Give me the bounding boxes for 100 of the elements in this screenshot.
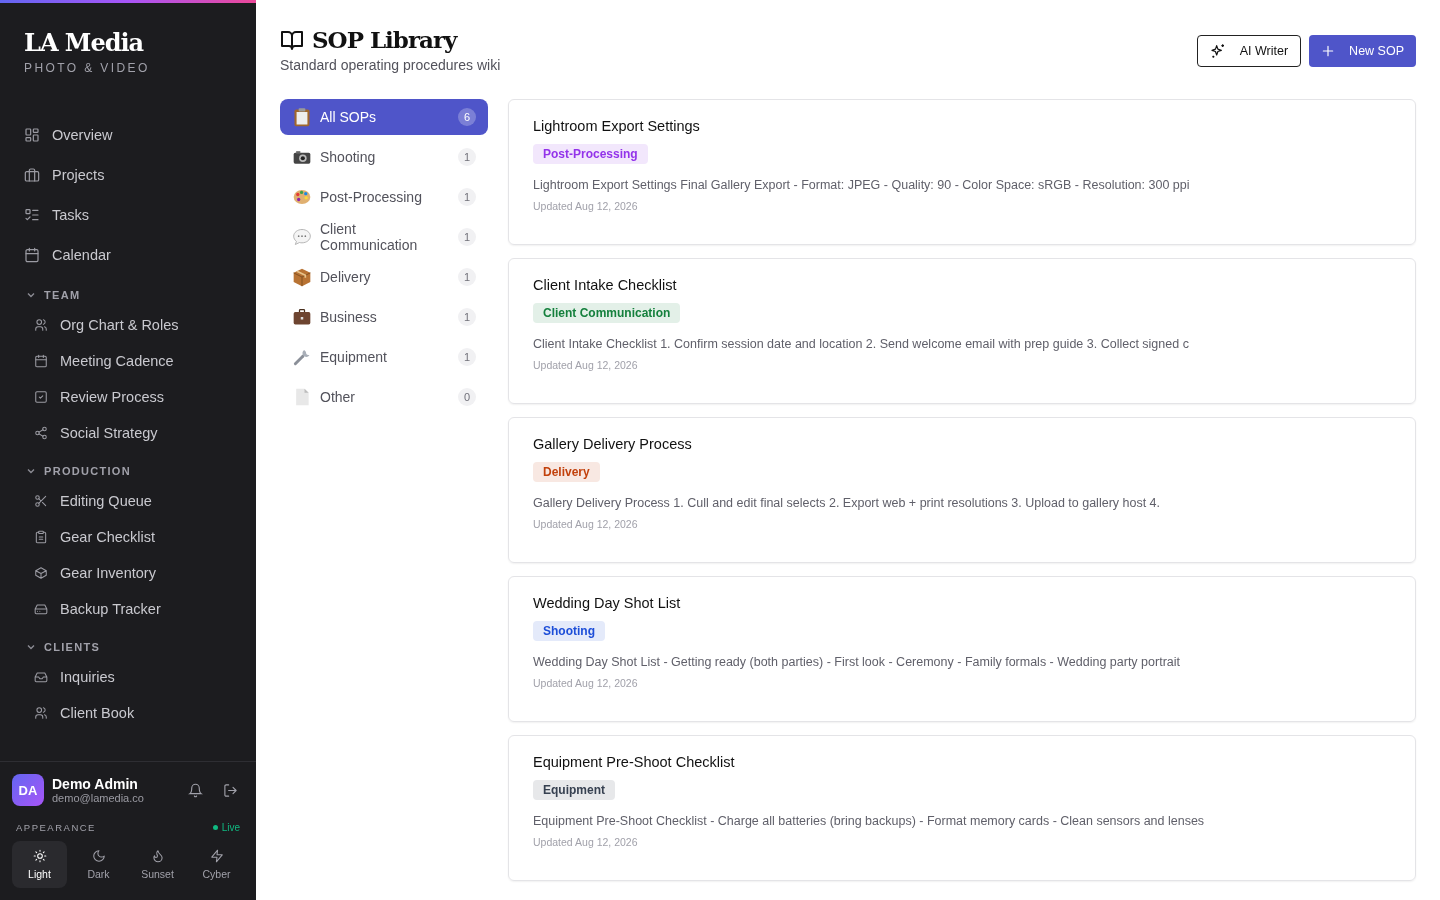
category-item[interactable]: Post-Processing 1 bbox=[280, 179, 488, 215]
ai-writer-button[interactable]: AI Writer bbox=[1196, 35, 1302, 67]
count-badge: 1 bbox=[458, 268, 476, 286]
users-icon bbox=[34, 706, 48, 720]
nav-item[interactable]: Projects bbox=[12, 155, 244, 195]
count-badge: 1 bbox=[458, 348, 476, 366]
updated-date: Updated Aug 12, 2026 bbox=[533, 359, 638, 371]
nav-item[interactable]: Review Process bbox=[12, 379, 244, 415]
clipboard-icon bbox=[34, 530, 48, 544]
nav-item[interactable]: Tasks bbox=[12, 195, 244, 235]
updated-date: Updated Aug 12, 2026 bbox=[533, 200, 638, 212]
users-icon bbox=[34, 318, 48, 332]
theme-button[interactable]: Light bbox=[12, 841, 67, 888]
nav-item[interactable]: Meeting Cadence bbox=[12, 343, 244, 379]
nav-item[interactable]: Calendar bbox=[12, 235, 244, 275]
document-icon bbox=[296, 388, 309, 406]
sop-title: Gallery Delivery Process bbox=[533, 436, 692, 452]
sop-card[interactable]: Gallery Delivery Process Delivery Gallery Delivery Process 1. Cull and edit final selects 2. Export web + print resolutions 3. Upload to gallery host 4. Updated Aug 12, 2026 bbox=[508, 417, 1416, 563]
share-icon bbox=[34, 426, 48, 440]
flame-icon bbox=[150, 849, 165, 863]
theme-button[interactable]: Dark bbox=[71, 841, 126, 888]
page-subtitle: Standard operating procedures wiki bbox=[280, 57, 501, 73]
count-badge: 6 bbox=[458, 108, 476, 126]
nav-item[interactable]: Gear Inventory bbox=[12, 555, 244, 591]
sop-excerpt: Wedding Day Shot List - Getting ready (both parties) - First look - Ceremony - Family formals - Wedding party portrait bbox=[533, 655, 1180, 669]
count-badge: 0 bbox=[458, 388, 476, 406]
sop-excerpt: Gallery Delivery Process 1. Cull and edit final selects 2. Export web + print resolutions 3. Upload to gallery host 4. bbox=[533, 496, 1161, 510]
sop-card[interactable]: Lightroom Export Settings Post-Processing Lightroom Export Settings Final Gallery Export - Format: JPEG - Quality: 90 - Color Space: sRGB - Resolution: 300 ppi Updated Aug 12, 2026 bbox=[508, 99, 1416, 245]
calendar-icon bbox=[24, 247, 40, 263]
nav-item[interactable]: Social Strategy bbox=[12, 415, 244, 451]
palette-icon bbox=[293, 189, 311, 205]
camera-icon bbox=[293, 151, 311, 164]
briefcase-icon bbox=[24, 167, 40, 183]
calendar-icon bbox=[34, 354, 48, 368]
brand-tagline: PHOTO & VIDEO bbox=[24, 61, 151, 75]
sop-card[interactable]: Client Intake Checklist Client Communication Client Intake Checklist 1. Confirm session date and location 2. Send welcome email with prep guide 3. Collect signed c Updated Aug 12, 2026 bbox=[508, 258, 1416, 404]
sop-title: Lightroom Export Settings bbox=[533, 118, 700, 134]
count-badge: 1 bbox=[458, 308, 476, 326]
wrench-icon bbox=[293, 349, 310, 366]
nav-item[interactable]: Org Chart & Roles bbox=[12, 307, 244, 343]
sop-excerpt: Lightroom Export Settings Final Gallery Export - Format: JPEG - Quality: 90 - Color Space: sRGB - Resolution: 300 ppi bbox=[533, 178, 1190, 192]
bolt-icon bbox=[209, 849, 224, 863]
new-sop-button[interactable]: New SOP bbox=[1309, 35, 1416, 67]
user-avatar: DA bbox=[12, 774, 44, 806]
speech-bubble-icon bbox=[293, 229, 311, 245]
sop-excerpt: Equipment Pre-Shoot Checklist - Charge all batteries (bring backups) - Format memory cards - Clean sensors and lenses bbox=[533, 814, 1205, 828]
sop-title: Client Intake Checklist bbox=[533, 277, 677, 293]
theme-button[interactable]: Sunset bbox=[130, 841, 185, 888]
category-item[interactable]: All SOPs 6 bbox=[280, 99, 488, 135]
live-status: Live bbox=[212, 822, 240, 833]
category-tag: Post-Processing bbox=[533, 144, 648, 164]
list-icon bbox=[24, 207, 40, 223]
theme-button[interactable]: Cyber bbox=[189, 841, 244, 888]
category-tag: Delivery bbox=[533, 462, 600, 482]
moon-icon bbox=[91, 849, 106, 863]
package-icon bbox=[293, 268, 311, 287]
sop-title: Wedding Day Shot List bbox=[533, 595, 681, 611]
nav-item[interactable]: Editing Queue bbox=[12, 483, 244, 519]
section-header[interactable]: TEAM bbox=[12, 275, 244, 307]
category-item[interactable]: Client Communication 1 bbox=[280, 219, 488, 255]
category-item[interactable]: Shooting 1 bbox=[280, 139, 488, 175]
grid-icon bbox=[24, 127, 40, 143]
section-header[interactable]: CLIENTS bbox=[12, 627, 244, 659]
updated-date: Updated Aug 12, 2026 bbox=[533, 518, 638, 530]
section-header[interactable]: PRODUCTION bbox=[12, 451, 244, 483]
page-title: SOP Library bbox=[312, 26, 457, 53]
count-badge: 1 bbox=[458, 228, 476, 246]
category-item[interactable]: Other 0 bbox=[280, 379, 488, 415]
inbox-icon bbox=[34, 670, 48, 684]
briefcase-icon bbox=[293, 308, 311, 325]
check-icon bbox=[34, 390, 48, 404]
count-badge: 1 bbox=[458, 188, 476, 206]
nav-item[interactable]: Backup Tracker bbox=[12, 591, 244, 627]
category-tag: Shooting bbox=[533, 621, 605, 641]
updated-date: Updated Aug 12, 2026 bbox=[533, 836, 638, 848]
bell-icon bbox=[188, 782, 203, 798]
updated-date: Updated Aug 12, 2026 bbox=[533, 677, 638, 689]
sparkles-icon bbox=[1209, 43, 1226, 59]
chevron-icon bbox=[26, 466, 36, 476]
category-tag: Equipment bbox=[533, 780, 615, 800]
logout-icon bbox=[223, 782, 238, 798]
nav-item[interactable]: Gear Checklist bbox=[12, 519, 244, 555]
chevron-icon bbox=[26, 290, 36, 300]
nav-item[interactable]: Client Book bbox=[12, 695, 244, 731]
category-item[interactable]: Equipment 1 bbox=[280, 339, 488, 375]
scissors-icon bbox=[34, 494, 48, 508]
user-email: demo@lamedia.co bbox=[52, 792, 145, 804]
category-item[interactable]: Business 1 bbox=[280, 299, 488, 335]
count-badge: 1 bbox=[458, 148, 476, 166]
sop-title: Equipment Pre-Shoot Checklist bbox=[533, 754, 735, 770]
sop-card[interactable]: Wedding Day Shot List Shooting Wedding Day Shot List - Getting ready (both parties) - First look - Ceremony - Family formals - Wedding party portrait Updated Aug 12, 2026 bbox=[508, 576, 1416, 722]
plus-icon bbox=[1321, 44, 1336, 58]
category-item[interactable]: Delivery 1 bbox=[280, 259, 488, 295]
nav-item[interactable]: Overview bbox=[12, 115, 244, 155]
appearance-label: APPEARANCE bbox=[16, 822, 96, 833]
nav-item[interactable]: Inquiries bbox=[12, 659, 244, 695]
cube-icon bbox=[34, 566, 48, 580]
sop-card[interactable]: Equipment Pre-Shoot Checklist Equipment Equipment Pre-Shoot Checklist - Charge all batteries (bring backups) - Format memory cards - Clean sensors and lenses Updated Aug 12, 2026 bbox=[508, 735, 1416, 881]
sop-excerpt: Client Intake Checklist 1. Confirm session date and location 2. Send welcome email with prep guide 3. Collect signed c bbox=[533, 337, 1189, 351]
clipboard-icon bbox=[294, 108, 310, 127]
